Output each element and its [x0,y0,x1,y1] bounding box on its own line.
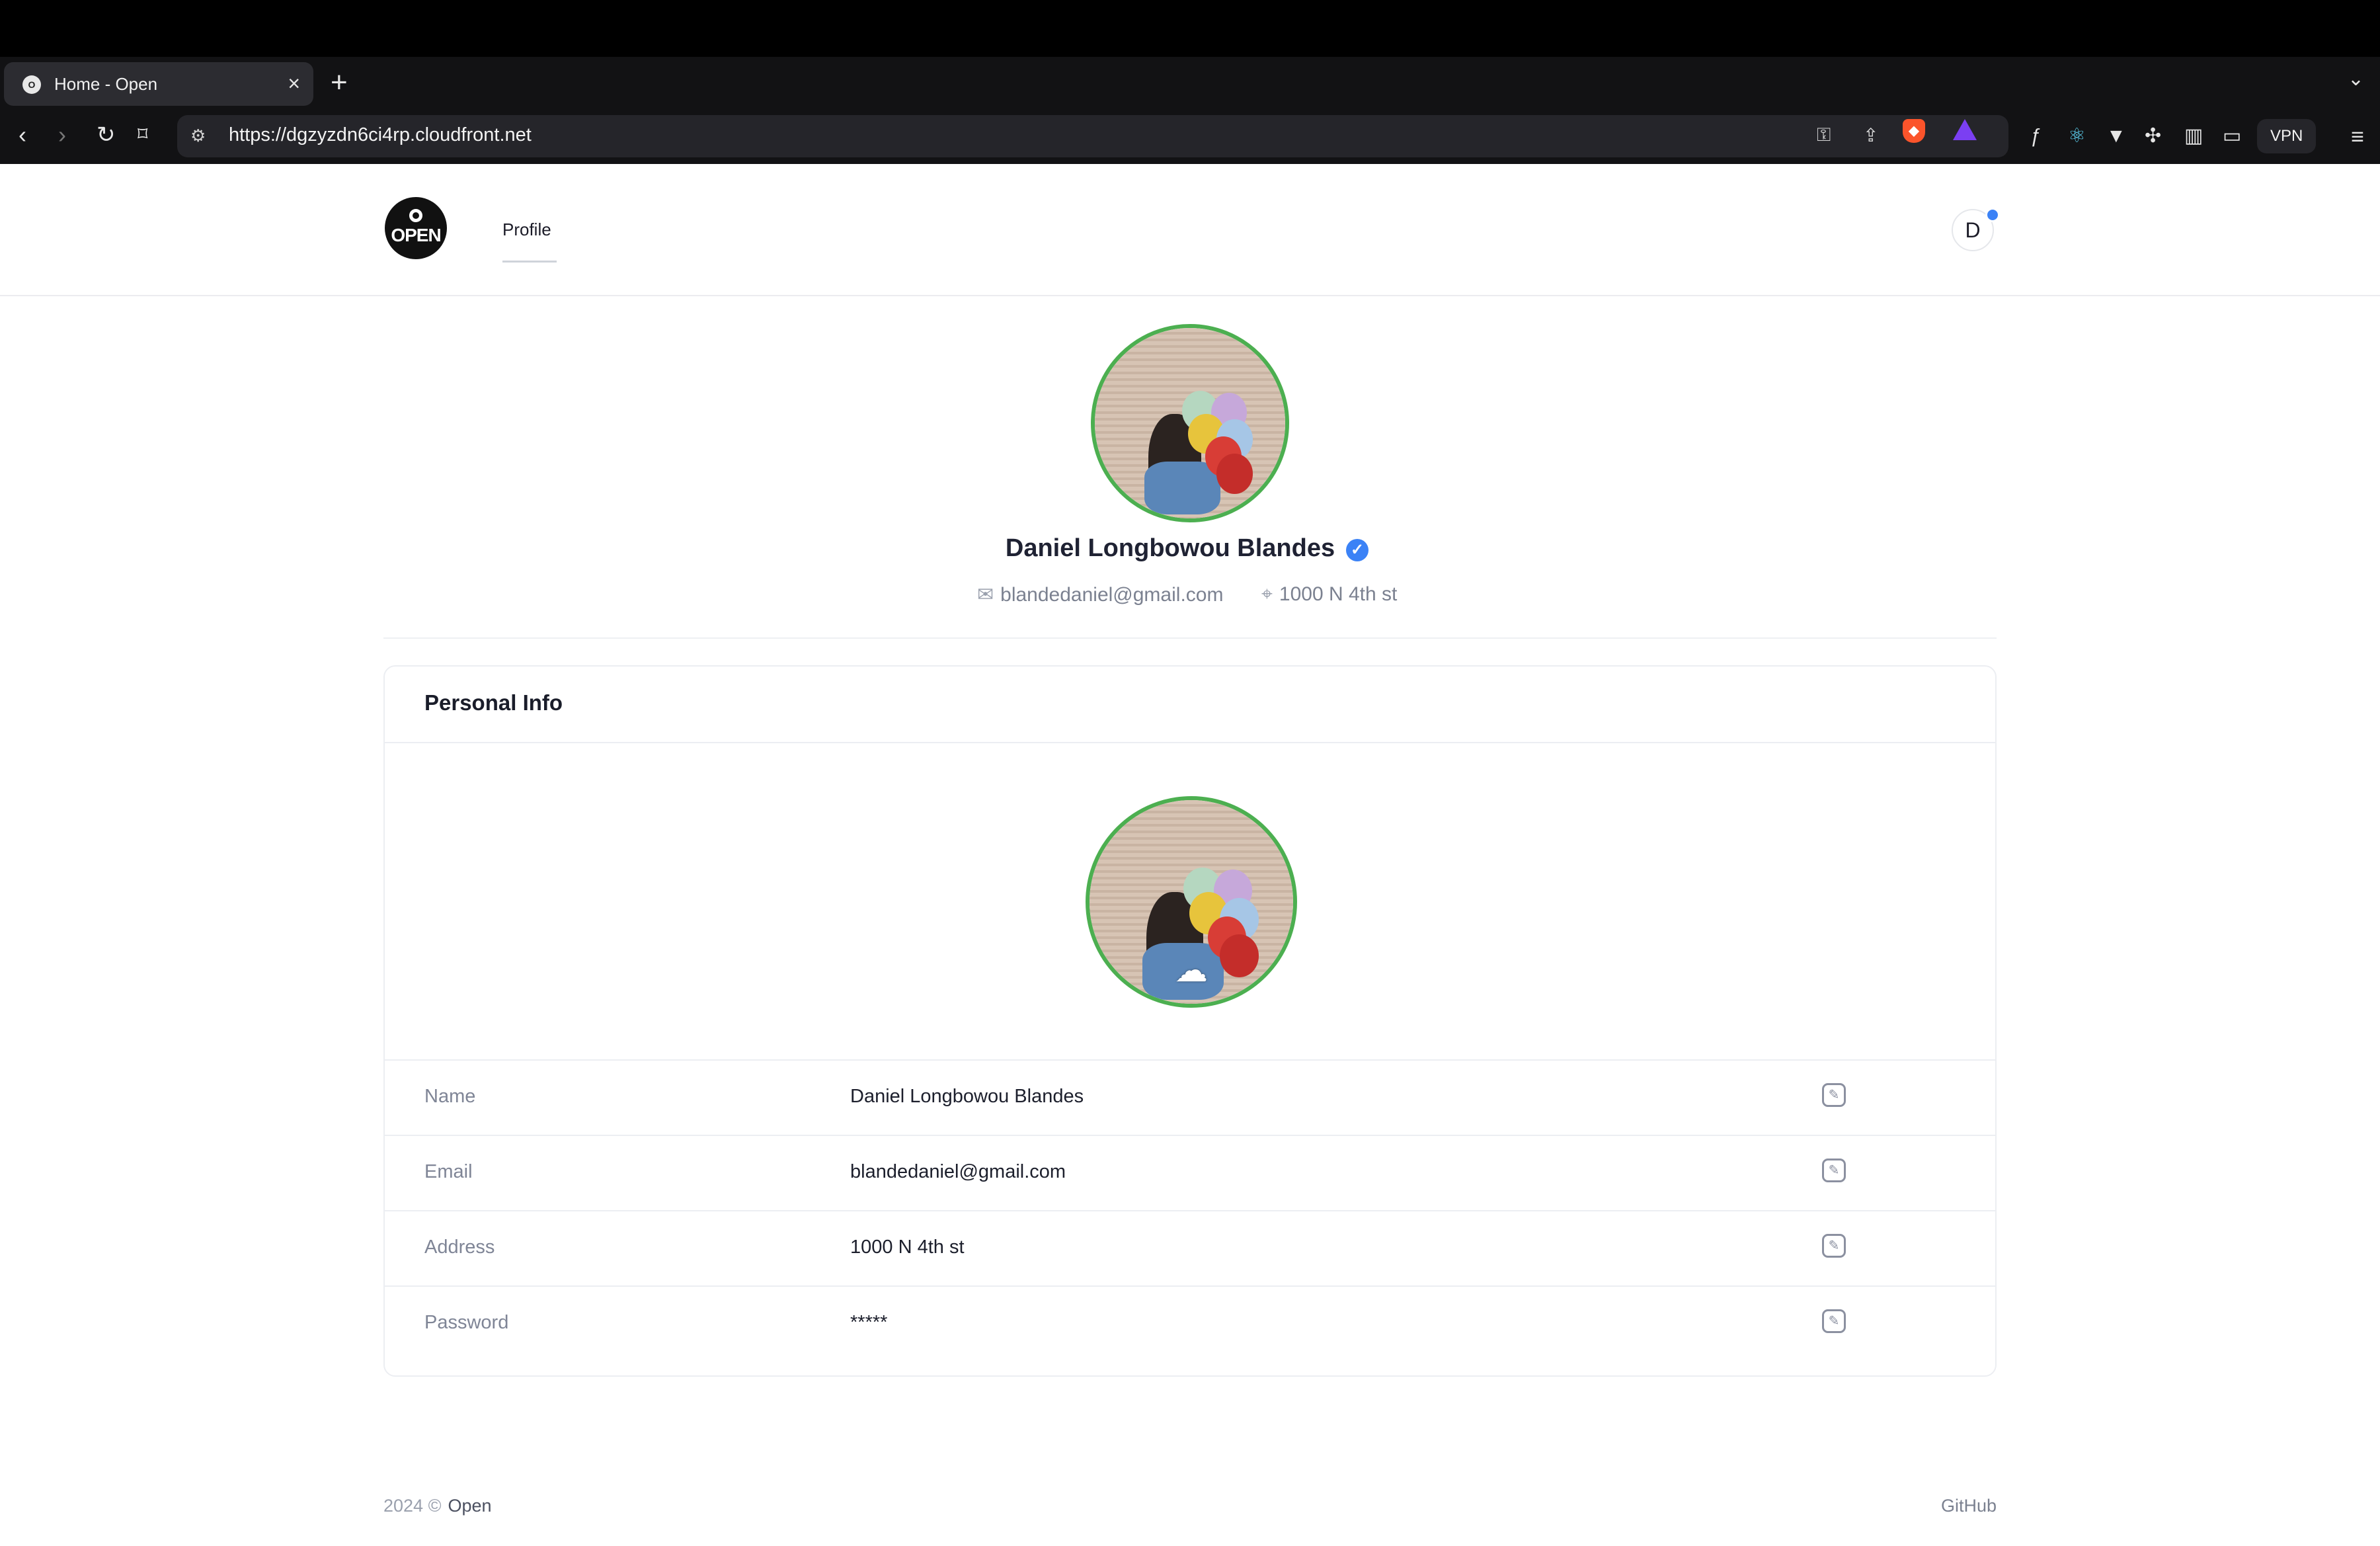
vue-icon[interactable]: ▼ [2106,123,2126,149]
brave-shield-icon[interactable]: ◆ [1903,119,1925,143]
tab-title: Home - Open [54,74,158,94]
edit-icon[interactable]: ✎ [1822,1234,1846,1258]
edit-icon[interactable]: ✎ [1822,1083,1846,1107]
info-row-password: Password ***** ✎ [385,1285,1995,1361]
edit-icon[interactable]: ✎ [1822,1159,1846,1182]
bookmark-icon[interactable]: ⌑ [138,120,147,149]
footer-copyright: 2024 © Open [383,1496,492,1516]
info-row-name: Name Daniel Longbowou Blandes ✎ [385,1059,1995,1135]
tab-list-chevron-icon[interactable]: ⌄ [2348,67,2364,91]
profile-email-text: blandedaniel@gmail.com [1000,584,1224,606]
new-tab-icon[interactable]: + [331,66,348,99]
forward-icon[interactable]: › [58,120,66,149]
profile-email: ✉ blandedaniel@gmail.com [977,583,1223,606]
open-logo[interactable]: OPEN [385,197,447,259]
card-title: Personal Info [424,690,563,715]
row-value: ***** [850,1312,888,1333]
browser-tab-strip: O Home - Open × + ⌄ [0,57,2380,110]
vpn-label: VPN [2270,127,2303,145]
row-value: blandedaniel@gmail.com [850,1161,1066,1182]
github-link[interactable]: GitHub [1941,1496,1997,1516]
verified-badge-icon: ✓ [1346,539,1368,561]
row-label: Address [424,1237,495,1258]
address-bar[interactable]: ⚙ https://dgzyzdn6ci4rp.cloudfront.net ⚿… [177,115,2008,157]
back-icon[interactable]: ‹ [19,120,26,149]
vpn-button[interactable]: VPN [2257,119,2317,153]
row-label: Email [424,1161,473,1182]
avatar-upload[interactable]: ☁ [1086,796,1297,1008]
share-icon[interactable]: ⇪ [1863,124,1878,146]
row-label: Name [424,1086,476,1107]
site-settings-icon[interactable]: ⚙ [190,126,206,146]
divider [383,637,1997,639]
cloud-upload-icon[interactable]: ☁ [1171,954,1211,987]
wallet-icon[interactable]: ▭ [2223,123,2241,149]
footer-brand-link[interactable]: Open [448,1496,491,1516]
nav-active-indicator [502,261,557,263]
os-top-bar [0,0,2380,57]
mail-icon: ✉ [977,584,994,606]
extension-fx-icon[interactable]: ƒ [2030,123,2041,149]
close-tab-icon[interactable]: × [288,71,300,95]
profile-name: Daniel Longbowou Blandes [1005,534,1335,562]
copyright-text: 2024 © [383,1496,442,1516]
info-row-email: Email blandedaniel@gmail.com ✎ [385,1135,1995,1210]
info-row-address: Address 1000 N 4th st ✎ [385,1210,1995,1285]
sidebar-icon[interactable]: ▥ [2184,123,2203,149]
card-header-divider [385,742,1995,743]
profile-address: ⌖ 1000 N 4th st [1261,583,1397,606]
browser-tab[interactable]: O Home - Open × [4,62,313,106]
edit-icon[interactable]: ✎ [1822,1309,1846,1333]
browser-toolbar: ‹ › ↻ ⌑ ⚙ https://dgzyzdn6ci4rp.cloudfro… [0,110,2380,164]
row-label: Password [424,1312,509,1333]
location-pin-icon: ⌖ [1261,583,1273,605]
nav-profile-link[interactable]: Profile [502,220,551,240]
key-icon[interactable]: ⚿ [1817,124,1831,146]
extensions-icon[interactable]: ✣ [2145,123,2161,149]
verified-dot-icon [1985,208,2000,222]
app-header: OPEN Profile D [0,164,2380,296]
row-value: 1000 N 4th st [850,1237,965,1258]
react-devtools-icon[interactable]: ⚛ [2068,123,2086,149]
reload-icon[interactable]: ↻ [97,120,116,149]
menu-icon[interactable]: ≡ [2351,124,2364,150]
profile-avatar [1091,324,1289,522]
favicon-icon: O [22,75,41,94]
personal-info-card: Personal Info ☁ Name Daniel Longbowou Bl… [383,665,1997,1377]
url-text[interactable]: https://dgzyzdn6ci4rp.cloudfront.net [229,124,532,146]
profile-address-text: 1000 N 4th st [1279,583,1398,605]
brave-rewards-icon[interactable] [1953,119,1977,140]
row-value: Daniel Longbowou Blandes [850,1086,1084,1107]
